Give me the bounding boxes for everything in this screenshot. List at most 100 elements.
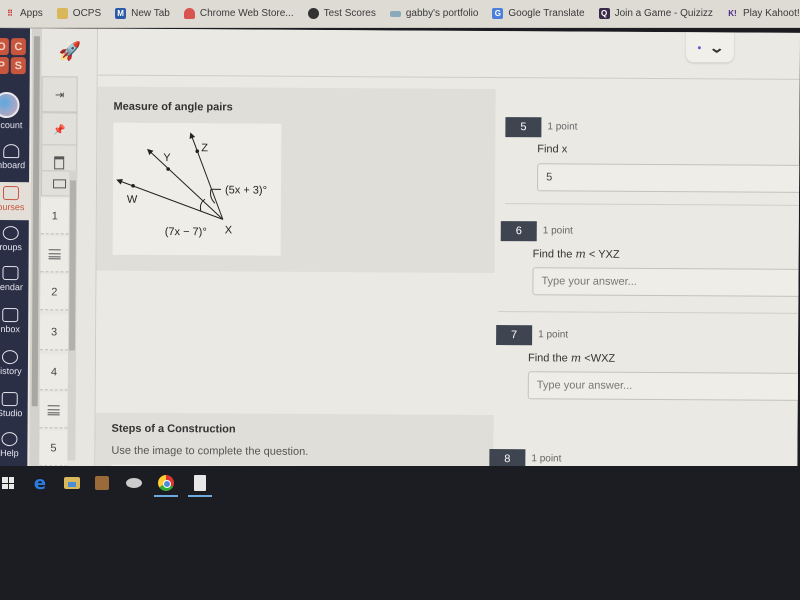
bookmark-ocps[interactable]: OCPS xyxy=(56,8,102,19)
question-nav-scrollbar[interactable] xyxy=(67,170,78,461)
answer-input[interactable] xyxy=(537,163,800,193)
label-y: Y xyxy=(163,152,171,164)
google-translate-icon: G xyxy=(492,8,504,19)
scrollbar-thumb[interactable] xyxy=(69,180,77,351)
divider xyxy=(498,311,799,314)
bookmark-portfolio[interactable]: gabby's portfolio xyxy=(389,8,479,19)
logo-letter: P xyxy=(0,56,9,75)
bookmark-google-translate[interactable]: G Google Translate xyxy=(492,8,585,19)
nav-label: Help xyxy=(0,448,19,459)
question-nav-item[interactable]: 1 xyxy=(40,198,69,235)
passage-nav-item[interactable] xyxy=(39,392,68,429)
pin-button[interactable]: 📌 xyxy=(41,112,78,149)
nav-history[interactable]: listory xyxy=(0,350,30,376)
question-nav-item[interactable]: 2 xyxy=(40,274,69,311)
passage-angle-pairs: Measure of angle pairs W Y Z X (5x + 3)°… xyxy=(96,86,496,274)
edge-icon[interactable]: e xyxy=(28,472,52,494)
quiz-content: ⌄ Measure of angle pairs W Y Z X (5x + 3… xyxy=(95,28,800,473)
nav-label: lendar xyxy=(0,281,23,293)
snipping-tool-icon[interactable] xyxy=(122,472,146,494)
bookmarks-bar: ⠿ Apps OCPS M New Tab Chrome Web Store... … xyxy=(0,0,800,28)
globe-icon xyxy=(307,8,319,19)
answer-input[interactable] xyxy=(532,267,800,297)
browser-page: O C P S count hboard ourses roups lendar… xyxy=(0,28,800,473)
bookmark-label: Apps xyxy=(20,8,43,19)
question-navigator: 🚀 ⇥ 📌 1 2 3 4 5 xyxy=(39,28,98,469)
scrollbar-thumb[interactable] xyxy=(31,36,40,407)
question-nav-item[interactable]: 3 xyxy=(40,314,69,351)
expand-toggle[interactable]: ⌄ xyxy=(685,32,734,63)
question-prompt: Find the m < YXZ xyxy=(533,247,620,261)
question-nav-item[interactable]: 5 xyxy=(39,430,68,467)
question-number: 6 xyxy=(500,221,537,242)
nav-groups[interactable]: roups xyxy=(0,226,31,252)
bookmark-kahoot[interactable]: K! Play Kahoot! - Enter... xyxy=(727,8,800,19)
bookmark-label: Google Translate xyxy=(508,8,585,19)
bookmark-label: gabby's portfolio xyxy=(405,8,479,19)
bookmark-label: Chrome Web Store... xyxy=(199,8,294,19)
reader-icon xyxy=(52,178,66,188)
angle-diagram: W Y Z X (5x + 3)° (7x − 7)° xyxy=(116,132,267,238)
nav-label: Studio xyxy=(0,407,23,419)
calendar-icon xyxy=(2,266,19,281)
bookmark-label: OCPS xyxy=(72,8,102,19)
question-nav-number: 5 xyxy=(50,441,57,454)
nav-label: nbox xyxy=(0,324,20,335)
file-explorer-icon[interactable] xyxy=(60,472,84,494)
bookmark-new-tab[interactable]: M New Tab xyxy=(115,8,170,19)
folder-icon xyxy=(56,8,68,19)
question-points: 1 point xyxy=(531,453,562,465)
chevron-down-icon: ⌄ xyxy=(708,38,725,55)
bookmark-label: Join a Game - Quizizz xyxy=(614,8,713,19)
screen: ⠿ Apps OCPS M New Tab Chrome Web Store... … xyxy=(0,0,800,600)
bookmark-chrome-store[interactable]: Chrome Web Store... xyxy=(183,8,294,19)
nav-help[interactable]: Help xyxy=(0,432,30,458)
question-5: 5 1 point Find x xyxy=(505,117,800,193)
nav-calendar[interactable]: lendar xyxy=(0,266,31,292)
calculator-icon[interactable] xyxy=(188,472,212,497)
bookmark-quizizz[interactable]: Q Join a Game - Quizizz xyxy=(598,8,713,19)
windows-start-icon[interactable] xyxy=(0,472,20,494)
divider xyxy=(97,74,800,80)
nav-dashboard[interactable]: hboard xyxy=(0,144,31,170)
question-number: 5 xyxy=(505,117,542,138)
passage-text: Use the image to complete the question. xyxy=(111,444,309,458)
nav-studio[interactable]: Studio xyxy=(0,392,30,418)
label-z: Z xyxy=(201,142,208,154)
passage-lines-icon xyxy=(47,404,60,415)
prompt-text: Find the xyxy=(532,248,573,261)
inbox-icon xyxy=(2,308,19,323)
bookmark-label: New Tab xyxy=(131,8,170,19)
point-z xyxy=(195,149,200,154)
question-points: 1 point xyxy=(538,329,569,341)
m-logo-icon: M xyxy=(115,8,127,19)
ocps-logo[interactable]: O C P S xyxy=(0,37,26,75)
bookmark-apps[interactable]: ⠿ Apps xyxy=(4,8,43,19)
nav-inbox[interactable]: nbox xyxy=(0,308,30,334)
nav-label: hboard xyxy=(0,159,26,171)
question-nav-number: 4 xyxy=(50,365,57,378)
help-icon xyxy=(1,432,18,447)
rocket-icon[interactable]: 🚀 xyxy=(52,38,88,64)
question-nav-item[interactable]: 4 xyxy=(39,354,69,391)
prompt-math: m xyxy=(575,247,586,261)
angle-label-5x3: (5x + 3)° xyxy=(225,184,267,196)
prompt-angle: <WXZ xyxy=(581,352,616,365)
question-nav-number: 2 xyxy=(51,285,58,298)
angle-figure: W Y Z X (5x + 3)° (7x − 7)° xyxy=(112,122,282,256)
account-avatar-icon[interactable] xyxy=(0,91,20,119)
nav-courses[interactable]: ourses xyxy=(0,181,32,221)
question-nav-number: 3 xyxy=(51,325,58,338)
passage-nav-item[interactable] xyxy=(40,236,69,273)
studio-icon xyxy=(1,392,18,407)
question-6: 6 1 point Find the m < YXZ xyxy=(500,221,800,297)
chrome-icon[interactable] xyxy=(154,472,178,497)
nav-account[interactable]: count xyxy=(0,120,31,130)
angle-label-7x7: (7x − 7)° xyxy=(165,226,207,238)
collapse-button[interactable]: ⇥ xyxy=(41,76,78,113)
package-icon[interactable] xyxy=(90,472,114,494)
divider xyxy=(504,203,800,206)
passage-title: Measure of angle pairs xyxy=(113,100,233,114)
bookmark-test-scores[interactable]: Test Scores xyxy=(307,8,376,19)
answer-input[interactable] xyxy=(527,371,800,401)
